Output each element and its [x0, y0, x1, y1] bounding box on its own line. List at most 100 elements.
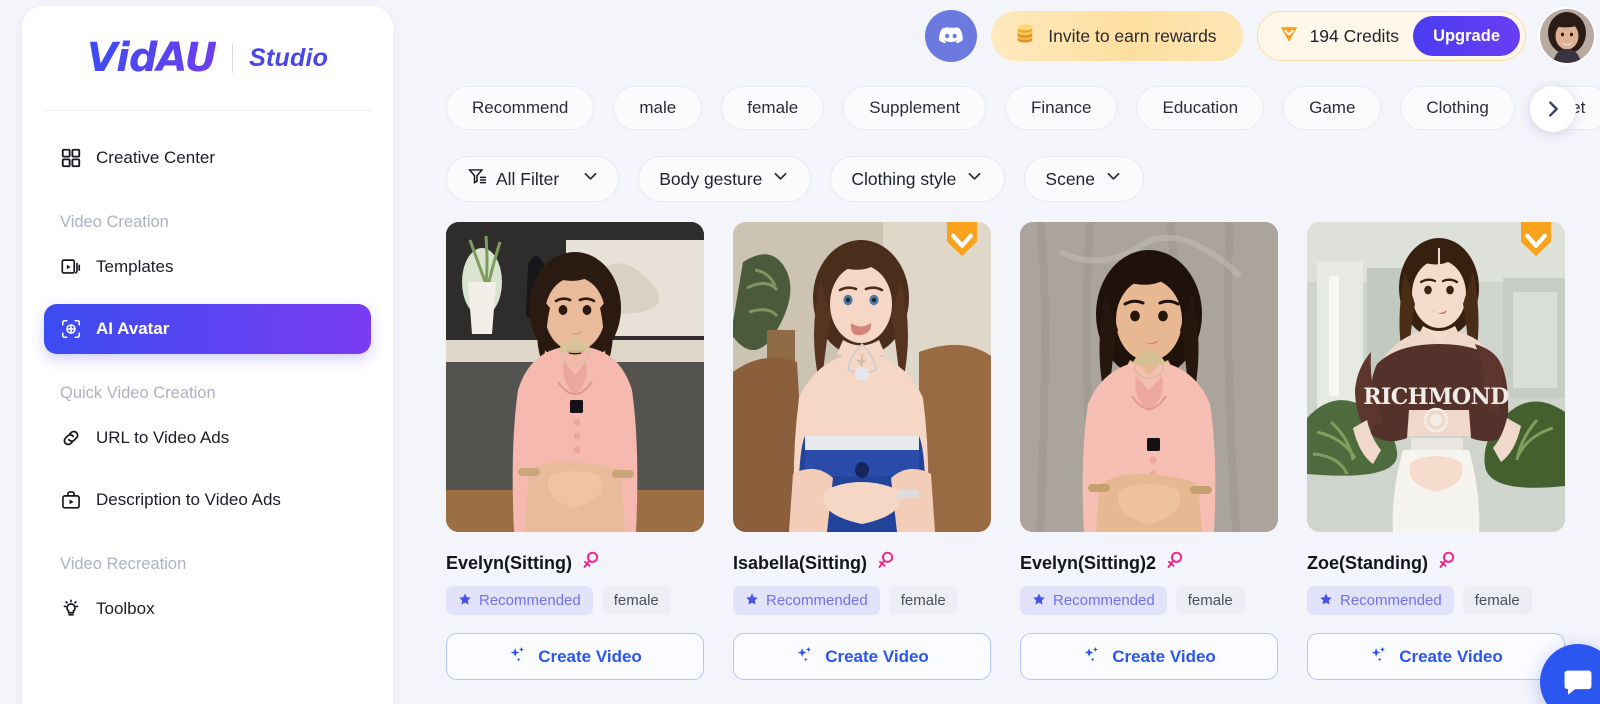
sidebar-item-description-to-video-ads[interactable]: Description to Video Ads: [44, 475, 371, 525]
sidebar-item-label: Templates: [96, 257, 174, 276]
create-video-button[interactable]: Create Video: [446, 633, 704, 680]
invite-label: Invite to earn rewards: [1048, 25, 1217, 46]
link-icon: [60, 427, 82, 449]
create-video-label: Create Video: [538, 646, 642, 666]
discord-button[interactable]: [925, 10, 978, 62]
filter-chip-row[interactable]: All Filter Body gesture Clothing style S…: [446, 156, 1145, 202]
female-symbol-icon: [582, 551, 599, 575]
category-chip-recommend[interactable]: Recommend: [446, 86, 595, 130]
avatar-card-title-row: Isabella(Sitting): [733, 551, 991, 575]
create-video-label: Create Video: [1399, 646, 1503, 666]
female-symbol-icon: [877, 551, 894, 575]
sidebar-item-url-to-video-ads[interactable]: URL to Video Ads: [44, 413, 371, 463]
sidebar-item-label: URL to Video Ads: [96, 428, 230, 447]
avatar-card-grid: Evelyn(Sitting) Recommended female Creat…: [446, 222, 1600, 704]
sidebar-item-toolbox[interactable]: Toolbox: [44, 584, 371, 634]
tag-label: Recommended: [1340, 592, 1442, 609]
avatar-tag-row: Recommended female: [1020, 586, 1278, 615]
category-chip-supplement[interactable]: Supplement: [843, 86, 986, 130]
avatar-name: Zoe(Standing): [1307, 552, 1428, 573]
sparkles-icon: [1369, 645, 1388, 669]
discord-icon: [939, 27, 963, 44]
category-chip-row[interactable]: Recommend male female Supplement Finance…: [446, 86, 1600, 130]
filter-label: Clothing style: [851, 168, 957, 189]
tag-recommended: Recommended: [1020, 586, 1167, 615]
filter-body-gesture[interactable]: Body gesture: [638, 156, 812, 202]
avatar-tag-row: Recommended female: [446, 586, 704, 615]
avatar-card-title-row: Evelyn(Sitting): [446, 551, 704, 575]
filter-label: Scene: [1045, 168, 1096, 189]
invite-to-earn-rewards-button[interactable]: Invite to earn rewards: [991, 11, 1243, 61]
create-video-button[interactable]: Create Video: [733, 633, 991, 680]
filter-label: Body gesture: [659, 168, 763, 189]
sidebar-item-label: AI Avatar: [96, 319, 170, 338]
tag-recommended: Recommended: [733, 586, 880, 615]
category-chip-game[interactable]: Game: [1283, 86, 1382, 130]
sidebar-nav: Creative Center Video Creation Templates: [22, 111, 393, 634]
tag-label: Recommended: [1053, 592, 1155, 609]
avatar[interactable]: [1540, 9, 1594, 63]
credits-pill[interactable]: 194 Credits Upgrade: [1256, 11, 1526, 61]
sparkles-icon: [795, 645, 814, 669]
tag-label: Recommended: [479, 592, 581, 609]
filter-clothing-style[interactable]: Clothing style: [830, 156, 1006, 202]
sidebar-item-ai-avatar[interactable]: AI Avatar: [44, 304, 371, 354]
chevron-down-icon: [581, 167, 600, 191]
sidebar-item-creative-center[interactable]: Creative Center: [44, 133, 371, 183]
filter-all-filter[interactable]: All Filter: [446, 156, 620, 202]
female-symbol-icon: [1166, 551, 1183, 575]
tag-gender: female: [888, 586, 958, 615]
star-icon: [1319, 592, 1333, 610]
tag-gender: female: [1175, 586, 1245, 615]
chevron-right-icon: [1549, 101, 1558, 117]
avatar-tag-row: Recommended female: [733, 586, 991, 615]
category-chip-education[interactable]: Education: [1136, 86, 1265, 130]
avatar-name: Evelyn(Sitting): [446, 552, 573, 573]
sidebar-item-label: Description to Video Ads: [96, 490, 281, 509]
avatar-card: RICHMOND Zoe(Standing) Recommended femal…: [1307, 222, 1565, 680]
create-video-button[interactable]: Create Video: [1020, 633, 1278, 680]
templates-icon: [60, 256, 82, 278]
lightbulb-icon: [60, 598, 82, 620]
coins-icon: [1013, 22, 1037, 51]
create-video-button[interactable]: Create Video: [1307, 633, 1565, 680]
avatar-name: Isabella(Sitting): [733, 552, 868, 573]
upgrade-button[interactable]: Upgrade: [1413, 16, 1520, 56]
grid-icon: [60, 147, 82, 169]
sidebar-item-templates[interactable]: Templates: [44, 242, 371, 292]
avatar-thumbnail[interactable]: [446, 222, 704, 532]
avatar-thumbnail[interactable]: RICHMOND: [1307, 222, 1565, 532]
avatar-tag-row: Recommended female: [1307, 586, 1565, 615]
category-chip-male[interactable]: male: [613, 86, 703, 130]
credits-count: 194 Credits: [1309, 25, 1400, 46]
female-symbol-icon: [1438, 551, 1455, 575]
sidebar-item-label: Toolbox: [96, 599, 155, 618]
avatar-thumbnail[interactable]: [733, 222, 991, 532]
category-next-button[interactable]: [1530, 86, 1576, 132]
category-chip-female[interactable]: female: [721, 86, 825, 130]
chevron-down-icon: [1104, 167, 1123, 191]
avatar-card: Isabella(Sitting) Recommended female Cre…: [733, 222, 991, 680]
brand-divider: [232, 43, 234, 73]
filter-scene[interactable]: Scene: [1024, 156, 1145, 202]
category-chip-finance[interactable]: Finance: [1005, 86, 1118, 130]
top-header: Invite to earn rewards 194 Credits Upgra…: [420, 0, 1600, 72]
filter-label: All Filter: [496, 168, 560, 189]
avatar-card-title-row: Evelyn(Sitting)2: [1020, 551, 1278, 575]
sparkles-icon: [508, 645, 527, 669]
category-chip-clothing[interactable]: Clothing: [1400, 86, 1515, 130]
chat-support-icon: [1564, 670, 1592, 695]
avatar-name: Evelyn(Sitting)2: [1020, 552, 1157, 573]
tag-recommended: Recommended: [1307, 586, 1454, 615]
avatar-thumbnail[interactable]: [1020, 222, 1278, 532]
svg-text:RICHMOND: RICHMOND: [1363, 384, 1509, 410]
tag-label: Recommended: [766, 592, 868, 609]
sidebar-group-quick-video-creation: Quick Video Creation: [60, 384, 216, 402]
description-video-icon: [60, 489, 82, 511]
sidebar-item-label: Creative Center: [96, 148, 216, 167]
brand: VidAU Studio: [22, 6, 393, 110]
sidebar: VidAU Studio Creative Center Video Creat…: [22, 6, 393, 704]
avatar-card: Evelyn(Sitting) Recommended female Creat…: [446, 222, 704, 680]
create-video-label: Create Video: [825, 646, 929, 666]
star-icon: [458, 592, 472, 610]
